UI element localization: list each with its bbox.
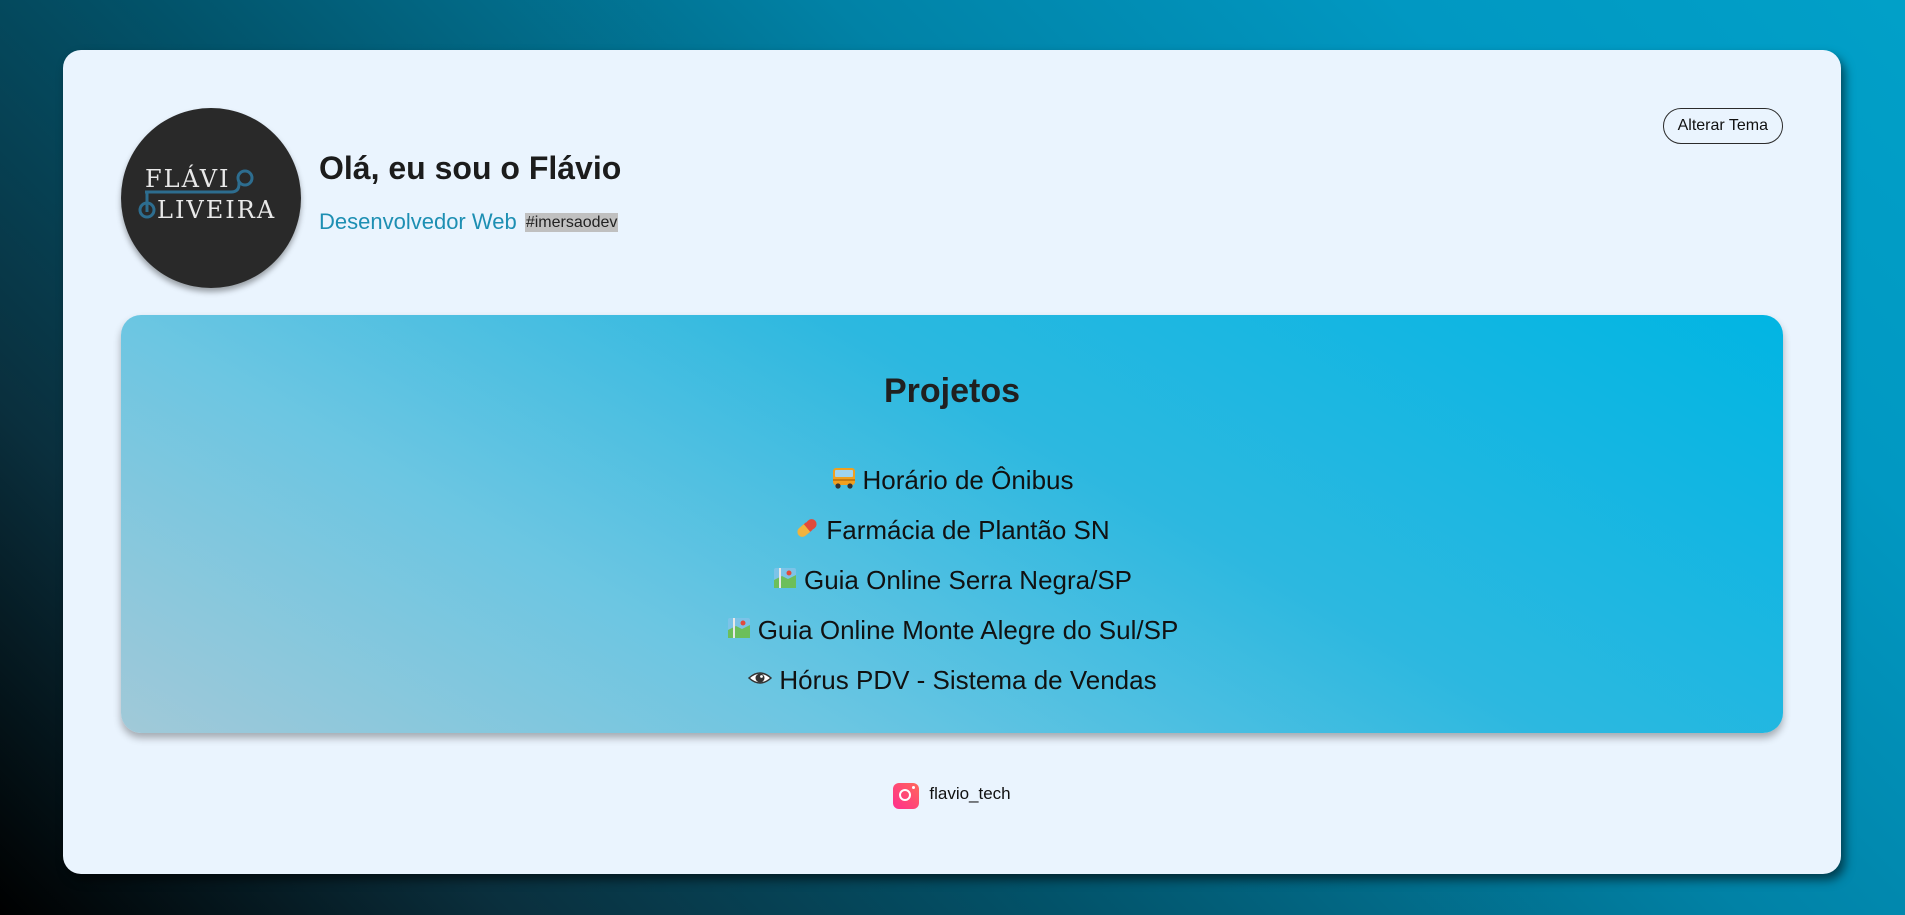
map-icon [772, 566, 798, 590]
role-text: Desenvolvedor Web [319, 208, 517, 234]
project-label: Hórus PDV - Sistema de Vendas [779, 665, 1157, 695]
instagram-handle: flavio_tech [929, 784, 1011, 803]
project-label: Farmácia de Plantão SN [826, 515, 1110, 545]
profile-header: FLÁVI LIVEIRA Olá, eu sou o Flávio Desen… [121, 108, 621, 288]
page-title: Olá, eu sou o Flávio [319, 149, 622, 186]
intro: Olá, eu sou o Flávio Desenvolvedor Web #… [319, 150, 621, 235]
projects-section: Projetos Horário de Ônibus Farmácia de P… [121, 315, 1783, 733]
project-label: Horário de Ônibus [862, 465, 1074, 495]
project-item-bus-schedule[interactable]: Horário de Ônibus [121, 455, 1783, 505]
project-list: Horário de Ônibus Farmácia de Plantão SN [121, 455, 1783, 705]
pill-icon [794, 516, 820, 540]
project-item-guide-serra-negra[interactable]: Guia Online Serra Negra/SP [121, 555, 1783, 605]
profile-card: Alterar Tema FLÁVI LIVEIRA Olá, eu sou o… [63, 50, 1841, 874]
project-item-pharmacy[interactable]: Farmácia de Plantão SN [121, 505, 1783, 555]
logo-icon: FLÁVI LIVEIRA [138, 164, 276, 224]
avatar: FLÁVI LIVEIRA [121, 108, 301, 288]
instagram-link[interactable]: flavio_tech [63, 783, 1841, 809]
eye-icon [747, 666, 773, 690]
map-icon [726, 616, 752, 640]
projects-title: Projetos [883, 372, 1021, 410]
hashtag-badge: #imersaodev [524, 212, 619, 232]
instagram-icon [893, 783, 920, 809]
project-label: Guia Online Monte Alegre do Sul/SP [757, 615, 1179, 645]
project-label: Guia Online Serra Negra/SP [803, 565, 1133, 595]
logo-text-line2: LIVEIRA [157, 196, 276, 224]
bus-icon [831, 466, 857, 490]
role-subtitle: Desenvolvedor Web #imersaodev [319, 209, 621, 235]
logo-text-line1: FLÁVI [145, 164, 231, 193]
project-item-guide-monte-alegre[interactable]: Guia Online Monte Alegre do Sul/SP [121, 605, 1783, 655]
project-item-horus-pdv[interactable]: Hórus PDV - Sistema de Vendas [121, 655, 1783, 705]
change-theme-button[interactable]: Alterar Tema [1662, 108, 1783, 144]
